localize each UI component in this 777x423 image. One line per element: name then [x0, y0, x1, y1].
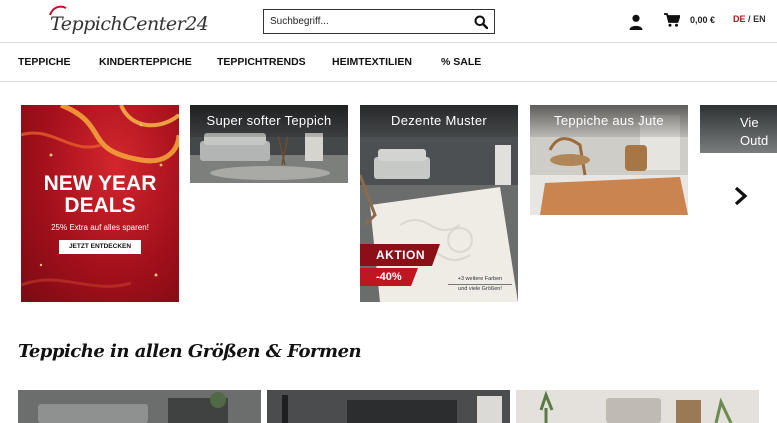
category-image-sofa-gray	[18, 390, 261, 423]
promo-tile-new-year[interactable]: NEW YEAR DEALS 25% Extra auf alles spare…	[21, 105, 179, 302]
category-image-3[interactable]	[516, 390, 759, 423]
cart-icon	[664, 13, 680, 27]
promo-heading: NEW YEAR DEALS	[21, 173, 179, 217]
tile-dezente-muster[interactable]: Dezente Muster AKTION -40% +3 weitere Fa…	[360, 105, 518, 302]
more-colors-line1: +3 weitere Farben	[448, 275, 512, 285]
lang-separator: /	[748, 14, 751, 24]
section-title: Teppiche in allen Größen & Formen	[18, 341, 362, 362]
category-image-bedroom-dark	[267, 390, 510, 423]
category-image-2[interactable]	[267, 390, 510, 423]
promo-heading-line1: NEW YEAR	[43, 172, 157, 195]
tile-title: Dezente Muster	[360, 105, 518, 137]
tile-title-line1: Vie	[740, 115, 759, 130]
nav-item-sale[interactable]: % SALE	[441, 56, 481, 68]
search-bar	[263, 9, 495, 34]
aktion-badge: AKTION	[360, 244, 440, 266]
site-logo[interactable]: TeppichCenter24	[49, 5, 209, 35]
search-input[interactable]	[264, 10, 468, 33]
category-image-1[interactable]	[18, 390, 261, 423]
logo-swoosh-icon	[49, 5, 67, 16]
tile-title: Vie Outd	[740, 114, 768, 150]
category-image-plants-bright	[516, 390, 759, 423]
tile-title: Teppiche aus Jute	[530, 105, 688, 137]
promo-heading-line2: DEALS	[64, 194, 136, 217]
cart-button[interactable]: 0,00 €	[664, 13, 715, 27]
lang-de[interactable]: DE	[733, 14, 746, 24]
language-switcher: DE / EN	[733, 14, 766, 24]
tile-title-line2: Outd	[740, 133, 769, 148]
cart-total: 0,00 €	[690, 15, 716, 25]
search-icon	[474, 15, 488, 29]
promo-subtitle: 25% Extra auf alles sparen!	[51, 223, 149, 232]
more-colors-line2: und viele Größen!	[458, 286, 502, 292]
site-header: TeppichCenter24 0,00 € DE / EN	[0, 0, 777, 43]
logo-text: TeppichCenter24	[50, 13, 209, 35]
nav-item-heimtextilien[interactable]: HEIMTEXTILIEN	[332, 56, 412, 68]
discount-badge: -40%	[360, 268, 418, 286]
tile-jute[interactable]: Teppiche aus Jute	[530, 105, 688, 215]
nav-item-teppichtrends[interactable]: TEPPICHTRENDS	[217, 56, 306, 68]
promo-cta-button[interactable]: JETZT ENTDECKEN	[59, 240, 141, 254]
search-button[interactable]	[468, 10, 494, 33]
account-icon[interactable]	[629, 14, 643, 30]
tile-title: Super softer Teppich	[190, 105, 348, 137]
carousel-next-chevron-icon[interactable]	[732, 186, 750, 206]
lang-en[interactable]: EN	[753, 14, 766, 24]
main-navigation: TEPPICHE KINDERTEPPICHE TEPPICHTRENDS HE…	[0, 43, 777, 82]
tile-super-soft[interactable]: Super softer Teppich	[190, 105, 348, 183]
nav-item-kinderteppiche[interactable]: KINDERTEPPICHE	[99, 56, 192, 68]
nav-item-teppiche[interactable]: TEPPICHE	[18, 56, 71, 68]
tile-outdoor[interactable]: Vie Outd	[700, 105, 777, 153]
more-colors-note: +3 weitere Farben und viele Größen!	[448, 275, 512, 294]
